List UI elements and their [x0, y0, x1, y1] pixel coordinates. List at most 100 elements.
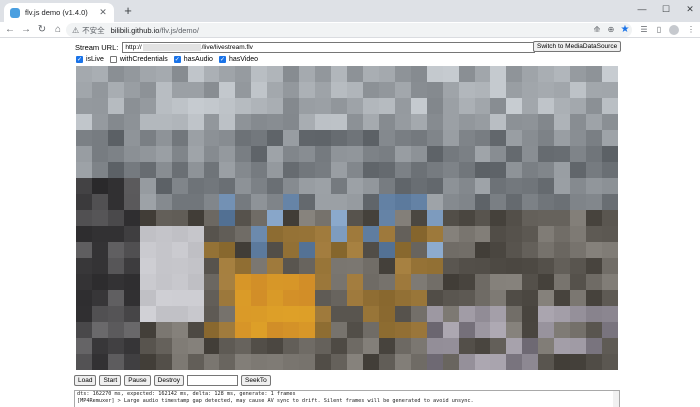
video-pixel: [283, 306, 300, 322]
video-pixel: [586, 242, 603, 258]
video-pixel: [506, 354, 523, 370]
hasvideo-checkbox[interactable]: ✓: [218, 55, 226, 63]
start-button[interactable]: Start: [99, 375, 122, 386]
video-pixel: [331, 194, 347, 210]
menu-icon[interactable]: ⋮: [685, 23, 697, 37]
video-pixel: [219, 98, 236, 114]
switch-mediadatasource-button[interactable]: Switch to MediaDataSource: [533, 41, 622, 52]
video-pixel: [155, 66, 172, 82]
video-pixel: [538, 322, 555, 338]
video-pixel: [346, 114, 363, 130]
zoom-icon[interactable]: ⊕: [605, 23, 617, 37]
video-pixel: [410, 226, 427, 242]
tab-close-icon[interactable]: ✕: [98, 7, 108, 18]
video-pixel: [235, 274, 252, 290]
video-pixel: [187, 226, 204, 242]
video-pixel: [490, 98, 507, 114]
video-pixel: [602, 146, 618, 162]
seekto-button[interactable]: SeekTo: [241, 375, 271, 386]
destroy-button[interactable]: Destroy: [153, 375, 185, 386]
video-pixel: [346, 306, 363, 322]
close-window-button[interactable]: ✕: [680, 2, 700, 16]
back-button[interactable]: ←: [4, 22, 16, 38]
video-pixel: [522, 130, 539, 146]
video-pixel: [267, 194, 284, 210]
pause-button[interactable]: Pause: [124, 375, 151, 386]
reload-button[interactable]: ↻: [36, 22, 48, 38]
reading-list-icon[interactable]: ☰: [638, 23, 650, 37]
video-pixel: [187, 258, 204, 274]
video-pixel: [187, 306, 204, 322]
video-pixel: [315, 114, 332, 130]
log-scrollbar[interactable]: [613, 391, 619, 407]
video-pixel: [235, 242, 252, 258]
video-pixel: [123, 98, 140, 114]
bookmark-star-icon[interactable]: ★: [619, 23, 631, 37]
video-pixel: [171, 146, 188, 162]
video-pixel: [410, 322, 427, 338]
video-pixel: [538, 226, 555, 242]
video-pixel: [139, 82, 156, 98]
maximize-button[interactable]: ☐: [656, 2, 676, 16]
islive-checkbox[interactable]: ✓: [76, 55, 83, 63]
video-pixel: [538, 178, 555, 194]
video-pixel: [506, 242, 523, 258]
log-output[interactable]: dts: 162270 ms, expected: 162142 ms, del…: [74, 390, 620, 407]
video-pixel: [203, 178, 220, 194]
video-pixel: [299, 258, 316, 274]
video-pixel: [394, 66, 411, 82]
video-pixel: [187, 242, 204, 258]
video-pixel: [235, 66, 252, 82]
video-pixel: [219, 210, 236, 226]
warning-icon[interactable]: ⚠: [72, 26, 79, 35]
video-pixel: [187, 114, 204, 130]
video-pixel: [331, 226, 347, 242]
video-pixel: [299, 322, 316, 338]
video-pixel: [522, 162, 539, 178]
video-pixel: [267, 226, 284, 242]
video-pixel: [474, 226, 491, 242]
video-pixel: [315, 258, 332, 274]
video-pixel: [554, 130, 571, 146]
video-pixel: [474, 66, 491, 82]
tab-title: flv.js demo (v1.4.0): [25, 8, 88, 17]
video-pixel: [506, 114, 523, 130]
video-pixel: [490, 114, 507, 130]
video-player[interactable]: [76, 66, 618, 370]
video-pixel: [139, 306, 156, 322]
url-prefix: http://: [125, 43, 142, 51]
hasaudio-checkbox[interactable]: ✓: [173, 55, 181, 63]
video-pixel: [458, 322, 475, 338]
video-pixel: [299, 178, 316, 194]
video-pixel: [410, 274, 427, 290]
home-button[interactable]: ⌂: [52, 22, 64, 38]
profile-avatar[interactable]: [669, 25, 679, 35]
video-pixel: [378, 210, 395, 226]
video-pixel: [107, 226, 124, 242]
load-button[interactable]: Load: [74, 375, 97, 386]
seek-input[interactable]: [187, 375, 239, 386]
forward-button[interactable]: →: [20, 22, 32, 38]
video-pixel: [362, 338, 379, 354]
video-pixel: [171, 162, 188, 178]
video-pixel: [362, 98, 379, 114]
video-pixel: [123, 258, 140, 274]
video-pixel: [570, 178, 587, 194]
video-pixel: [235, 114, 252, 130]
sidepanel-icon[interactable]: ▯: [653, 23, 665, 37]
translate-icon[interactable]: ⟰: [591, 23, 603, 37]
video-pixel: [394, 242, 411, 258]
video-pixel: [490, 306, 507, 322]
video-pixel: [219, 226, 236, 242]
withcredentials-checkbox[interactable]: [109, 55, 117, 63]
stream-url-input[interactable]: http:// /live/livestream.flv: [122, 41, 536, 53]
stream-url-label: Stream URL:: [75, 42, 119, 52]
security-label[interactable]: 不安全: [82, 25, 105, 36]
tab-flvjs-demo[interactable]: flv.js demo (v1.4.0) ✕: [4, 3, 114, 22]
video-pixel: [203, 226, 220, 242]
video-pixel: [299, 226, 316, 242]
new-tab-button[interactable]: +: [121, 4, 135, 18]
address-bar[interactable]: ⚠ 不安全 bilibili.github.io/flv.js/demo/: [66, 23, 632, 37]
video-pixel: [155, 242, 172, 258]
minimize-button[interactable]: —: [632, 2, 652, 16]
